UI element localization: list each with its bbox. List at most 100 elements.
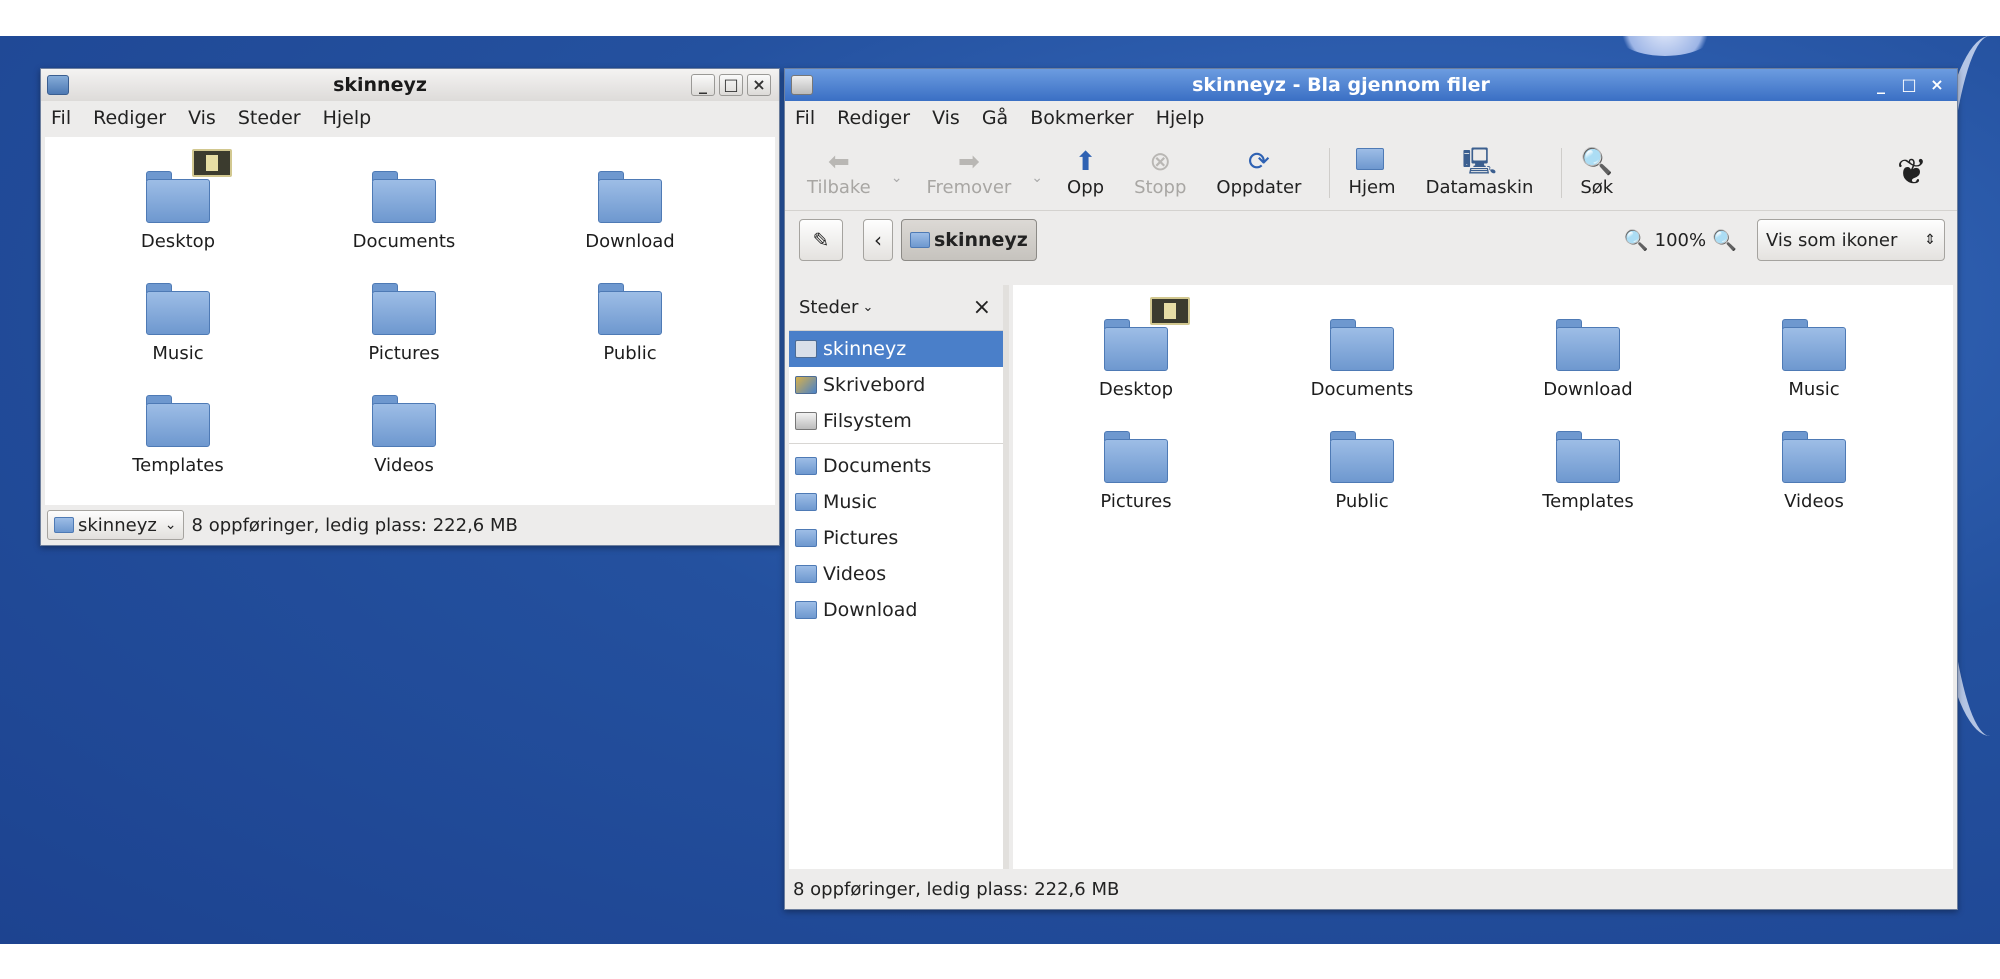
icon-view[interactable]: Desktop Documents Download Music Picture… (45, 137, 775, 505)
up-button[interactable]: ⬆ Opp (1057, 147, 1114, 198)
chevron-down-icon[interactable]: ⌄ (862, 300, 873, 315)
folder-item-desktop[interactable]: Desktop (1061, 297, 1211, 400)
location-selector[interactable]: skinneyz ⌄ (47, 510, 184, 540)
icon-view[interactable]: Desktop Documents Download Music Picture… (1013, 285, 1953, 869)
menu-help[interactable]: Hjelp (323, 107, 372, 129)
minimize-button[interactable]: _ (1869, 74, 1893, 96)
folder-item-templates[interactable]: Templates (103, 395, 253, 476)
folder-label: Pictures (368, 343, 440, 364)
desktop-icon (795, 376, 817, 394)
sidebar-item-videos[interactable]: Videos (789, 556, 1003, 592)
menu-go[interactable]: Gå (982, 107, 1008, 129)
folder-item-videos[interactable]: Videos (329, 395, 479, 476)
folder-icon (1556, 319, 1620, 371)
folder-item-music[interactable]: Music (1739, 319, 1889, 400)
folder-label: Music (152, 343, 204, 364)
zoom-out-icon[interactable]: 🔍 (1624, 228, 1649, 252)
computer-button[interactable]: 🖳 Datamaskin (1416, 147, 1544, 198)
close-icon[interactable]: × (973, 295, 991, 320)
stop-icon: ⊗ (1149, 147, 1172, 177)
forward-button[interactable]: ➡ Fremover (917, 147, 1022, 198)
menu-edit[interactable]: Rediger (837, 107, 910, 129)
stop-label: Stopp (1134, 177, 1187, 198)
side-pane-selector[interactable]: Steder (799, 297, 858, 318)
folder-window-icon[interactable] (47, 75, 69, 95)
back-label: Tilbake (807, 177, 871, 198)
stop-button[interactable]: ⊗ Stopp (1124, 147, 1196, 198)
folder-icon (1782, 319, 1846, 371)
close-button[interactable]: × (747, 74, 771, 96)
back-button[interactable]: ⬅ Tilbake (797, 147, 881, 198)
computer-icon: 🖳 (1462, 147, 1497, 177)
file-browser-window[interactable]: skinneyz - Bla gjennom filer _ □ × Fil R… (784, 68, 1958, 910)
folder-item-public[interactable]: Public (555, 283, 705, 364)
folder-item-download[interactable]: Download (1513, 319, 1663, 400)
folder-item-pictures[interactable]: Pictures (1061, 431, 1211, 512)
menu-file[interactable]: Fil (51, 107, 71, 129)
sidebar-item-pictures[interactable]: Pictures (789, 520, 1003, 556)
menu-help[interactable]: Hjelp (1156, 107, 1205, 129)
sidebar-item-label: Download (823, 599, 918, 621)
menu-view[interactable]: Vis (932, 107, 960, 129)
folder-item-documents[interactable]: Documents (329, 171, 479, 252)
sidebar-item-download[interactable]: Download (789, 592, 1003, 628)
reload-label: Oppdater (1216, 177, 1302, 198)
home-button[interactable]: Hjem (1338, 147, 1405, 198)
breadcrumb-home[interactable]: skinneyz (901, 219, 1037, 261)
maximize-button[interactable]: □ (1897, 74, 1921, 96)
home-label: Hjem (1348, 177, 1396, 198)
folder-icon (795, 565, 817, 583)
desktop-emblem-icon (192, 149, 232, 177)
location-toggle-button[interactable]: ✎ (799, 219, 843, 261)
folder-label: Public (1335, 491, 1389, 512)
forward-history-dropdown[interactable]: ⌄ (1031, 170, 1043, 186)
folder-item-download[interactable]: Download (555, 171, 705, 252)
statusbar: skinneyz ⌄ 8 oppføringer, ledig plass: 2… (41, 505, 779, 545)
desktop-emblem-icon (1150, 297, 1190, 325)
menu-view[interactable]: Vis (188, 107, 216, 129)
search-icon: 🔍 (1580, 147, 1613, 177)
status-text: 8 oppføringer, ledig plass: 222,6 MB (191, 514, 518, 536)
titlebar[interactable]: skinneyz _ □ × (41, 69, 779, 101)
view-mode-select[interactable]: Vis som ikoner ⇕ (1757, 219, 1945, 261)
close-button[interactable]: × (1925, 74, 1949, 96)
menu-places[interactable]: Steder (238, 107, 301, 129)
location-selector-label: skinneyz (78, 514, 157, 536)
sidebar-item-desktop[interactable]: Skrivebord (789, 367, 1003, 403)
folder-item-templates[interactable]: Templates (1513, 431, 1663, 512)
folder-item-public[interactable]: Public (1287, 431, 1437, 512)
minimize-button[interactable]: _ (691, 74, 715, 96)
reload-button[interactable]: ⟳ Oppdater (1206, 147, 1311, 198)
file-browser-window-spatial[interactable]: skinneyz _ □ × Fil Rediger Vis Steder Hj… (40, 68, 780, 546)
folder-item-videos[interactable]: Videos (1739, 431, 1889, 512)
menu-edit[interactable]: Rediger (93, 107, 166, 129)
back-history-dropdown[interactable]: ⌄ (891, 170, 903, 186)
zoom-in-icon[interactable]: 🔍 (1712, 228, 1737, 252)
folder-item-music[interactable]: Music (103, 283, 253, 364)
folder-icon (1556, 431, 1620, 483)
folder-item-pictures[interactable]: Pictures (329, 283, 479, 364)
sidebar-item-home[interactable]: skinneyz (789, 331, 1003, 367)
sidebar-item-documents[interactable]: Documents (789, 448, 1003, 484)
menu-bookmarks[interactable]: Bokmerker (1030, 107, 1134, 129)
zoom-level[interactable]: 100% (1655, 230, 1706, 251)
zoom-control: 🔍 100% 🔍 (1618, 228, 1743, 252)
titlebar[interactable]: skinneyz - Bla gjennom filer _ □ × (785, 69, 1957, 101)
edit-location-icon: ✎ (812, 228, 830, 252)
menu-file[interactable]: Fil (795, 107, 815, 129)
folder-icon (146, 149, 232, 223)
file-browser-window-icon[interactable] (791, 75, 813, 95)
toolbar-separator (1329, 147, 1331, 198)
sidebar-item-music[interactable]: Music (789, 484, 1003, 520)
folder-item-documents[interactable]: Documents (1287, 319, 1437, 400)
path-scroll-left-button[interactable]: ‹ (863, 219, 893, 261)
search-button[interactable]: 🔍 Søk (1570, 147, 1623, 198)
folder-label: Documents (1310, 379, 1414, 400)
sidebar-item-filesystem[interactable]: Filsystem (789, 403, 1003, 439)
folder-icon (795, 493, 817, 511)
maximize-button[interactable]: □ (719, 74, 743, 96)
folder-item-desktop[interactable]: Desktop (103, 149, 253, 252)
folder-label: Videos (1784, 491, 1844, 512)
folder-icon (1782, 431, 1846, 483)
arrow-right-icon: ➡ (958, 147, 980, 177)
